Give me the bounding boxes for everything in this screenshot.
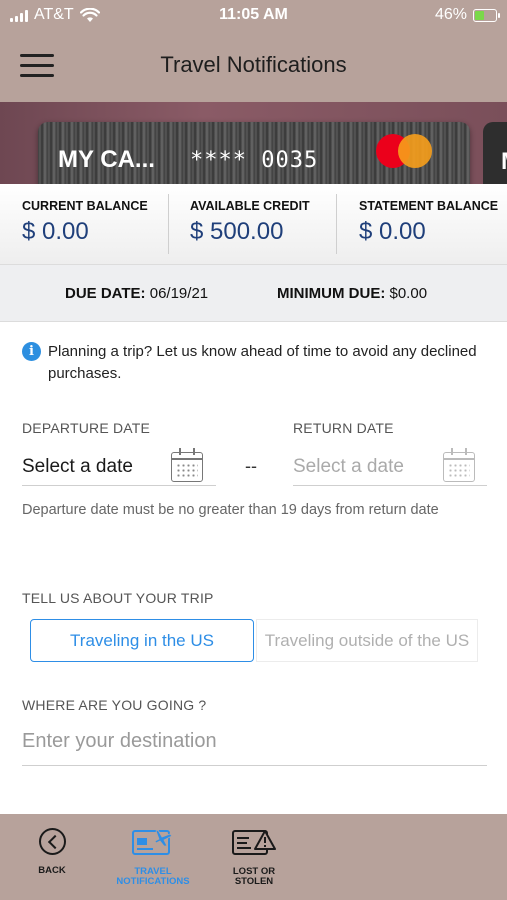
minimum-due-label: MINIMUM DUE:	[277, 285, 386, 302]
balance-summary: CURRENT BALANCE $ 0.00 AVAILABLE CREDIT …	[0, 184, 507, 264]
due-date: DUE DATE: 06/19/21	[65, 285, 208, 302]
destination-label: WHERE ARE YOU GOING ?	[22, 697, 207, 713]
date-separator: --	[245, 456, 257, 476]
status-right: 46%	[434, 6, 500, 24]
lost-label-line2: STOLEN	[234, 876, 274, 887]
back-icon	[38, 828, 66, 855]
status-bar: AT&T 11:05 AM 46%	[0, 0, 507, 30]
info-message: i Planning a trip? Let us know ahead of …	[22, 341, 492, 385]
mastercard-logo-icon	[376, 134, 432, 168]
due-summary: DUE DATE: 06/19/21 MINIMUM DUE: $0.00	[0, 264, 507, 322]
destination-input[interactable]: Enter your destination	[22, 722, 487, 766]
back-button[interactable]: BACK	[30, 828, 74, 876]
trip-type-label: TELL US ABOUT YOUR TRIP	[22, 590, 214, 606]
travel-notifications-tab[interactable]: TRAVEL NOTIFICATIONS	[106, 828, 200, 887]
return-date-placeholder: Select a date	[293, 456, 404, 477]
return-date-field[interactable]: Select a date	[293, 448, 487, 486]
battery-icon	[473, 8, 500, 22]
statement-balance-value: $ 0.00	[359, 218, 426, 245]
traveling-outside-us-option[interactable]: Traveling outside of the US	[256, 619, 478, 662]
battery-percent: 46%	[434, 6, 467, 23]
app-header: AT&T 11:05 AM 46% Travel Notifications	[0, 0, 507, 102]
divider	[168, 194, 169, 254]
current-balance-value: $ 0.00	[22, 218, 89, 245]
airplane-card-icon	[132, 829, 173, 855]
info-text: Planning a trip? Let us know ahead of ti…	[48, 343, 477, 382]
current-balance-label: CURRENT BALANCE	[22, 199, 148, 213]
minimum-due: MINIMUM DUE: $0.00	[277, 285, 427, 302]
card-carousel: MY CA... **** 0035 M	[0, 102, 507, 184]
date-hint: Departure date must be no greater than 1…	[22, 502, 439, 518]
departure-date-label: DEPARTURE DATE	[22, 420, 151, 436]
next-card-name: M	[501, 148, 507, 176]
minimum-due-value: $0.00	[389, 285, 428, 302]
departure-date-field[interactable]: Select a date	[22, 448, 216, 486]
next-credit-card[interactable]: M	[483, 122, 507, 184]
travel-label-line2: NOTIFICATIONS	[116, 876, 190, 887]
lost-or-stolen-tab[interactable]: LOST OR STOLEN	[226, 828, 282, 887]
available-credit-label: AVAILABLE CREDIT	[190, 199, 310, 213]
bottom-nav: BACK TRAVEL NOTIFICATIONS LOST OR STOLEN	[0, 814, 507, 900]
card-number: **** 0035	[190, 148, 319, 173]
calendar-icon[interactable]	[443, 448, 475, 482]
page-title: Travel Notifications	[160, 52, 347, 77]
back-label: BACK	[38, 865, 66, 876]
info-icon: i	[22, 342, 41, 361]
battery-fill	[475, 10, 484, 20]
calendar-icon[interactable]	[171, 448, 203, 482]
statement-balance-label: STATEMENT BALANCE	[359, 199, 499, 213]
card-name: MY CA...	[58, 146, 155, 173]
available-credit-value: $ 500.00	[190, 218, 284, 245]
card-warning-icon	[232, 830, 276, 855]
traveling-in-us-option[interactable]: Traveling in the US	[30, 619, 254, 662]
return-date-label: RETURN DATE	[293, 420, 394, 436]
due-date-value: 06/19/21	[149, 285, 209, 302]
credit-card[interactable]: MY CA... **** 0035	[38, 122, 470, 184]
due-date-label: DUE DATE:	[65, 285, 146, 302]
clock: 11:05 AM	[219, 6, 288, 23]
departure-date-value: Select a date	[22, 456, 133, 477]
divider	[336, 194, 337, 254]
